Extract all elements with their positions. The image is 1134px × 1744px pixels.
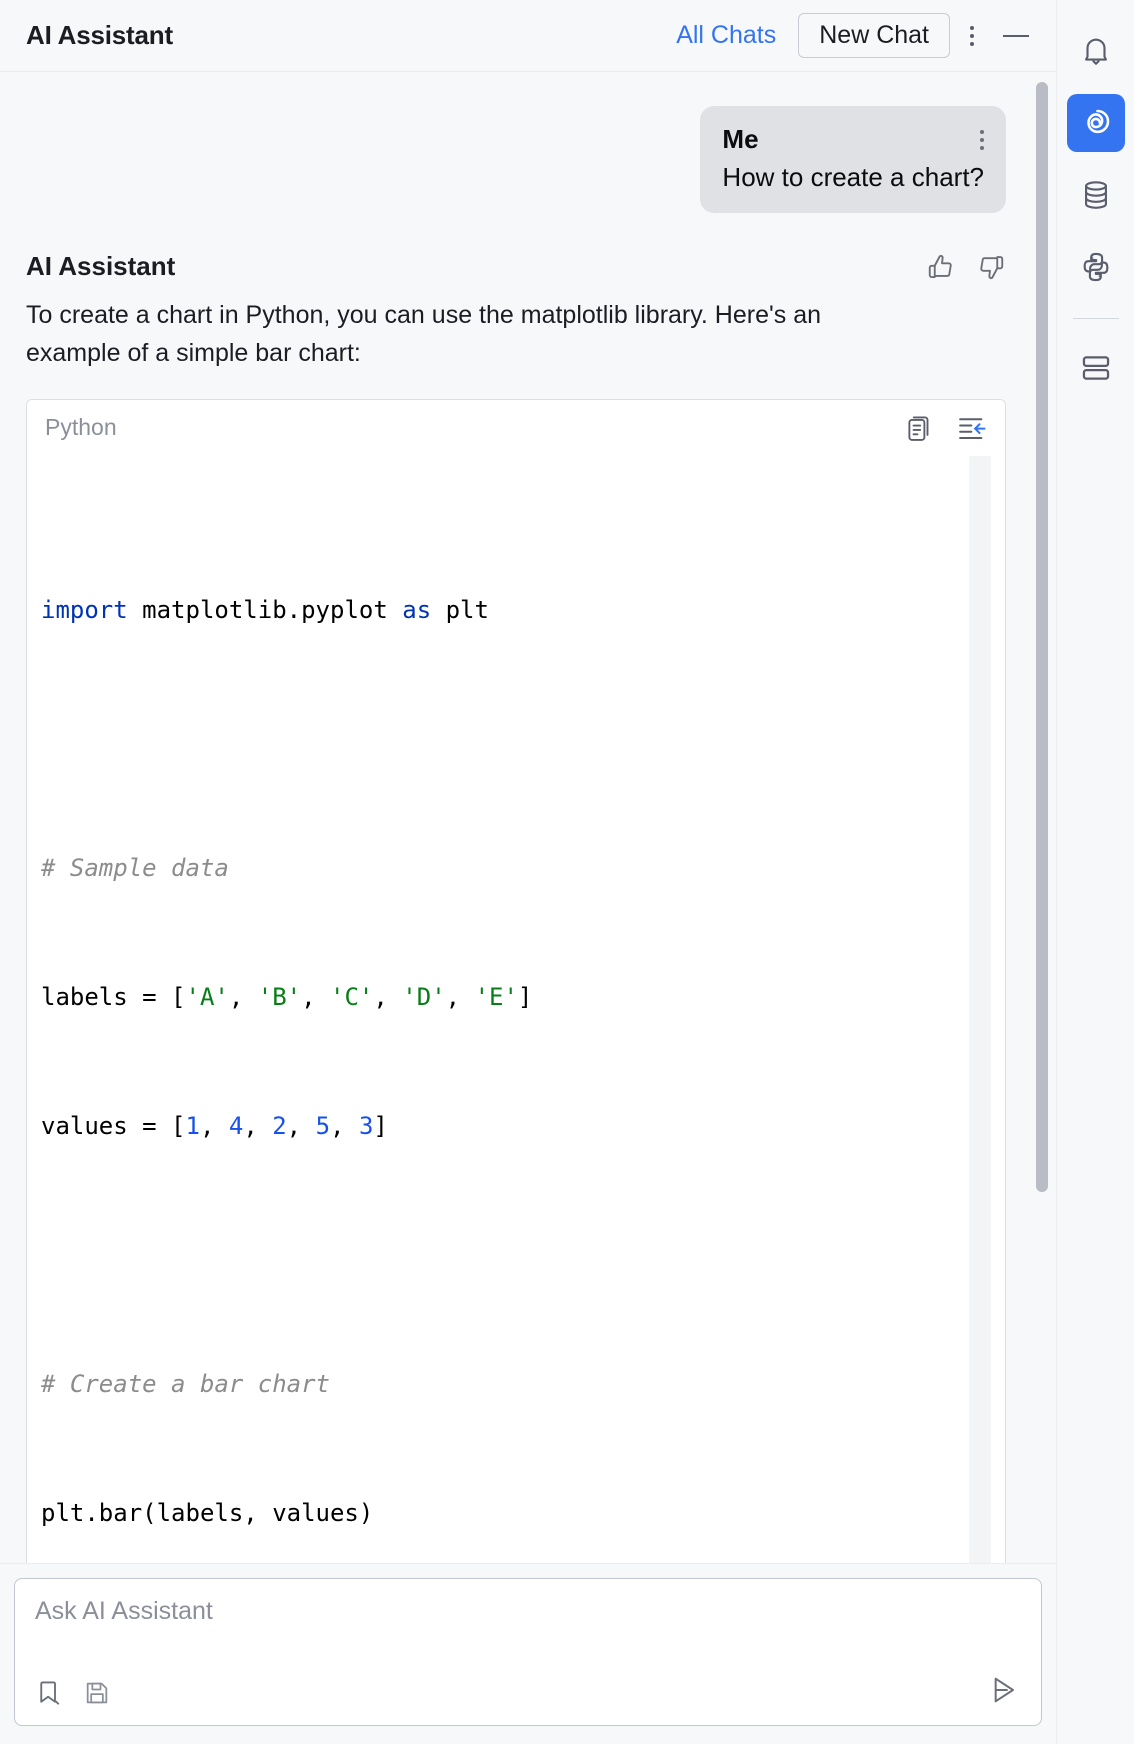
python-packages-icon	[1083, 252, 1108, 282]
code-line: labels = ['A', 'B', 'C', 'D', 'E']	[41, 982, 533, 1011]
database-icon	[1084, 181, 1107, 209]
send-icon[interactable]	[989, 1674, 1021, 1706]
minimize-button[interactable]	[994, 14, 1038, 58]
code-line: values = [1, 4, 2, 5, 3]	[41, 1111, 388, 1140]
composer-toolbar	[35, 1674, 1021, 1711]
rail-divider	[1072, 318, 1119, 319]
chat-scrollbar-track[interactable]	[1036, 82, 1048, 1553]
rail-item-layout[interactable]	[1067, 339, 1125, 397]
ai-assistant-window: AI Assistant All Chats New Chat Me How t…	[0, 0, 1134, 1744]
insert-into-editor-icon[interactable]	[957, 413, 987, 443]
header-more-button[interactable]	[950, 14, 994, 58]
assistant-message-header: AI Assistant	[26, 251, 1006, 282]
code-block-python: Python import matplotlib.pyplot as plt #…	[26, 398, 1006, 1563]
rail-item-database[interactable]	[1067, 166, 1125, 224]
page-title: AI Assistant	[26, 20, 173, 50]
code-language-label: Python	[45, 414, 117, 440]
minimize-icon	[1003, 34, 1029, 37]
assistant-paragraph-1: To create a chart in Python, you can use…	[26, 301, 821, 368]
code-line: import matplotlib.pyplot as plt	[41, 595, 489, 624]
window-header: AI Assistant All Chats New Chat	[0, 0, 1056, 72]
bookmark-attach-icon[interactable]	[35, 1678, 65, 1708]
user-message-header: Me	[722, 124, 984, 155]
code-block-content[interactable]: import matplotlib.pyplot as plt # Sample…	[27, 455, 1005, 1563]
thumbs-up-icon[interactable]	[926, 252, 956, 282]
assistant-feedback-actions	[926, 252, 1006, 282]
user-message-bubble: Me How to create a chart?	[700, 106, 1006, 213]
code-inner-scrollbar[interactable]	[969, 455, 991, 1563]
assistant-message-author: AI Assistant	[26, 251, 176, 281]
new-chat-button[interactable]: New Chat	[798, 13, 950, 58]
layout-icon	[1082, 356, 1109, 380]
code-line: plt.bar(labels, values)	[41, 1498, 374, 1527]
kebab-menu-icon	[970, 25, 974, 46]
user-message-author: Me	[722, 124, 759, 154]
assistant-message: AI Assistant To create a chart in Python…	[26, 213, 1030, 1563]
ai-assistant-panel: AI Assistant All Chats New Chat Me How t…	[0, 0, 1056, 1744]
thumbs-down-icon[interactable]	[976, 252, 1006, 282]
code-line: # Create a bar chart	[41, 1369, 330, 1398]
rail-item-ai-assistant[interactable]	[1066, 94, 1125, 152]
chat-content: Me How to create a chart? AI Assistant T…	[0, 72, 1056, 1563]
code-line: # Sample data	[41, 853, 229, 882]
chat-scroll-area[interactable]: Me How to create a chart? AI Assistant T…	[0, 72, 1056, 1563]
ask-ai-input-placeholder[interactable]: Ask AI Assistant	[35, 1597, 1021, 1626]
copy-icon[interactable]	[905, 413, 935, 443]
composer-right-tools	[989, 1674, 1021, 1711]
rail-item-python-packages[interactable]	[1067, 238, 1125, 296]
rail-item-notifications[interactable]	[1067, 22, 1125, 80]
all-chats-link[interactable]: All Chats	[676, 21, 776, 50]
right-tool-rail	[1056, 0, 1134, 1744]
code-block-tools	[905, 413, 987, 443]
save-icon[interactable]	[83, 1679, 111, 1707]
composer-left-tools	[35, 1678, 111, 1708]
chat-scrollbar-thumb[interactable]	[1036, 82, 1048, 1192]
ai-assistant-icon	[1086, 109, 1109, 134]
user-message-row: Me How to create a chart?	[26, 72, 1030, 213]
code-block-header: Python	[27, 399, 1005, 456]
user-message-more-button[interactable]	[980, 124, 984, 150]
user-message-text: How to create a chart?	[722, 162, 984, 192]
notifications-bell-icon	[1084, 38, 1107, 65]
composer-area: Ask AI Assistant	[0, 1563, 1056, 1744]
composer-box[interactable]: Ask AI Assistant	[14, 1578, 1042, 1726]
